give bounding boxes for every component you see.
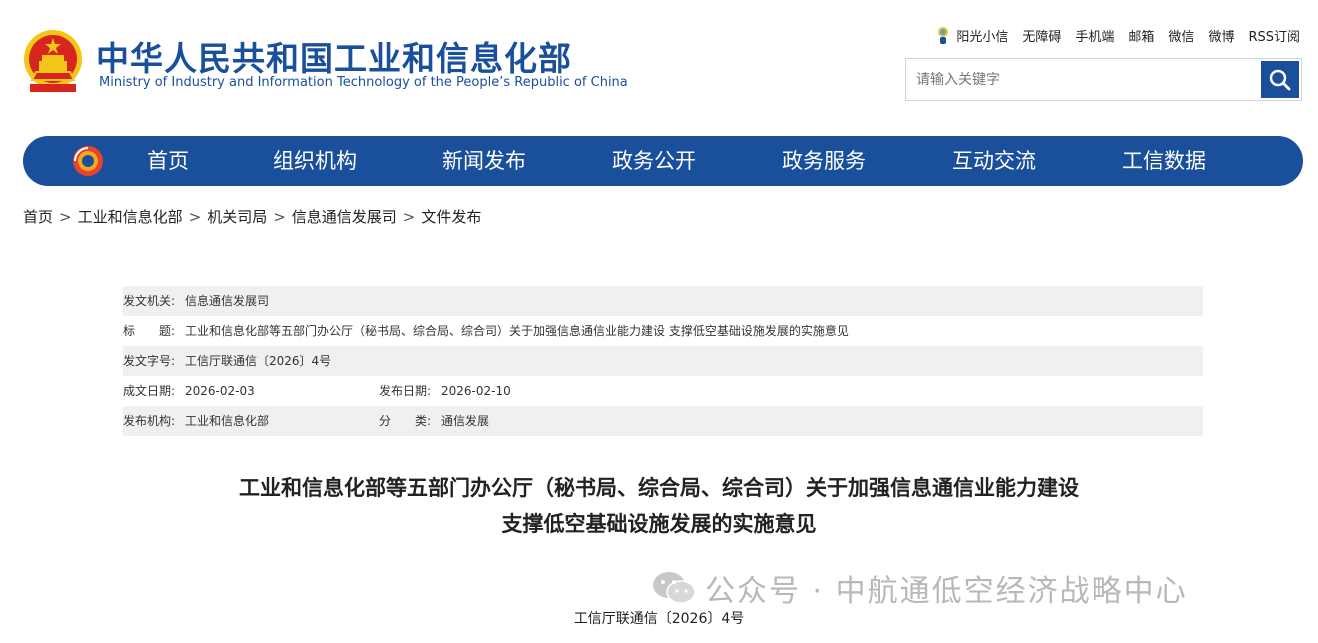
toplink-email[interactable]: 邮箱 — [1128, 26, 1154, 45]
org-value: 工业和信息化部 — [185, 414, 270, 428]
docno-value: 工信厅联通信〔2026〕4号 — [185, 354, 332, 368]
nav-services[interactable]: 政务服务 — [782, 136, 866, 186]
meta-row-org: 发布机构: 工业和信息化部 分 类: 通信发展 — [123, 406, 1203, 436]
document-title-line2: 支撑低空基础设施发展的实施意见 — [501, 512, 817, 536]
miit-logo-icon — [73, 146, 103, 176]
category-label: 分 类: — [379, 414, 432, 428]
site-header: 中华人民共和国工业和信息化部 Ministry of Industry and … — [0, 0, 1318, 120]
meta-row-dates: 成文日期: 2026-02-03 发布日期: 2026-02-10 — [123, 376, 1203, 406]
nav-interaction[interactable]: 互动交流 — [952, 136, 1036, 186]
search-box — [905, 58, 1302, 101]
search-icon — [1269, 69, 1291, 90]
toplink-wechat[interactable]: 微信 — [1168, 26, 1194, 45]
sunshine-mascot-icon[interactable] — [934, 25, 952, 45]
breadcrumb-separator: > — [402, 208, 416, 226]
org-label: 发布机构: — [123, 414, 176, 428]
top-links: 阳光小信 无障碍 手机端 邮箱 微信 微博 RSS订阅 — [934, 25, 1300, 45]
issuer-value: 信息通信发展司 — [185, 294, 270, 308]
breadcrumb-ministry[interactable]: 工业和信息化部 — [78, 208, 183, 226]
published-date-label: 发布日期: — [379, 384, 432, 398]
breadcrumb-separator: > — [188, 208, 202, 226]
nav-data[interactable]: 工信数据 — [1122, 136, 1206, 186]
published-date-value: 2026-02-10 — [441, 384, 511, 398]
toplink-rss[interactable]: RSS订阅 — [1248, 26, 1300, 45]
nav-home[interactable]: 首页 — [147, 136, 189, 186]
nav-organization[interactable]: 组织机构 — [273, 136, 357, 186]
search-input[interactable] — [906, 59, 1262, 100]
toplink-sunshine[interactable]: 阳光小信 — [956, 26, 1008, 45]
meta-row-docno: 发文字号: 工信厅联通信〔2026〕4号 — [123, 346, 1203, 376]
meta-row-title: 标 题: 工业和信息化部等五部门办公厅（秘书局、综合局、综合司）关于加强信息通信… — [123, 316, 1203, 346]
search-button[interactable] — [1261, 61, 1299, 98]
wechat-icon — [653, 572, 696, 604]
document-title-line1: 工业和信息化部等五部门办公厅（秘书局、综合局、综合司）关于加强信息通信业能力建设 — [239, 476, 1079, 500]
docno-label: 发文字号: — [123, 354, 176, 368]
site-subtitle: Ministry of Industry and Information Tec… — [99, 75, 628, 90]
title-value: 工业和信息化部等五部门办公厅（秘书局、综合局、综合司）关于加强信息通信业能力建设… — [185, 324, 849, 338]
breadcrumb-ict-dept[interactable]: 信息通信发展司 — [292, 208, 397, 226]
category-value: 通信发展 — [441, 414, 490, 428]
breadcrumb-home[interactable]: 首页 — [23, 208, 53, 226]
toplink-accessibility[interactable]: 无障碍 — [1022, 26, 1061, 45]
main-nav: 首页 组织机构 新闻发布 政务公开 政务服务 互动交流 工信数据 — [23, 136, 1303, 186]
breadcrumb-file-release[interactable]: 文件发布 — [421, 208, 481, 226]
breadcrumb: 首页 > 工业和信息化部 > 机关司局 > 信息通信发展司 > 文件发布 — [23, 206, 481, 227]
breadcrumb-separator: > — [273, 208, 286, 226]
title-label: 标 题: — [123, 324, 176, 338]
nav-government-affairs[interactable]: 政务公开 — [612, 136, 696, 186]
document-number: 工信厅联通信〔2026〕4号 — [573, 611, 745, 627]
toplink-weibo[interactable]: 微博 — [1208, 26, 1234, 45]
document-meta-table: 发文机关: 信息通信发展司 标 题: 工业和信息化部等五部门办公厅（秘书局、综合… — [123, 286, 1203, 436]
site-title: 中华人民共和国工业和信息化部 — [96, 39, 572, 78]
written-date-value: 2026-02-03 — [185, 384, 255, 398]
watermark: 公众号 · 中航通低空经济战略中心 — [651, 566, 1188, 610]
meta-row-issuer: 发文机关: 信息通信发展司 — [123, 286, 1203, 316]
issuer-label: 发文机关: — [123, 294, 176, 308]
breadcrumb-separator: > — [59, 208, 72, 226]
written-date-label: 成文日期: — [123, 384, 176, 398]
breadcrumb-departments[interactable]: 机关司局 — [207, 208, 267, 226]
watermark-text: 公众号 · 中航通低空经济战略中心 — [705, 574, 1188, 609]
nav-news[interactable]: 新闻发布 — [442, 136, 526, 186]
toplink-mobile[interactable]: 手机端 — [1075, 26, 1114, 45]
national-emblem-icon — [24, 30, 82, 92]
